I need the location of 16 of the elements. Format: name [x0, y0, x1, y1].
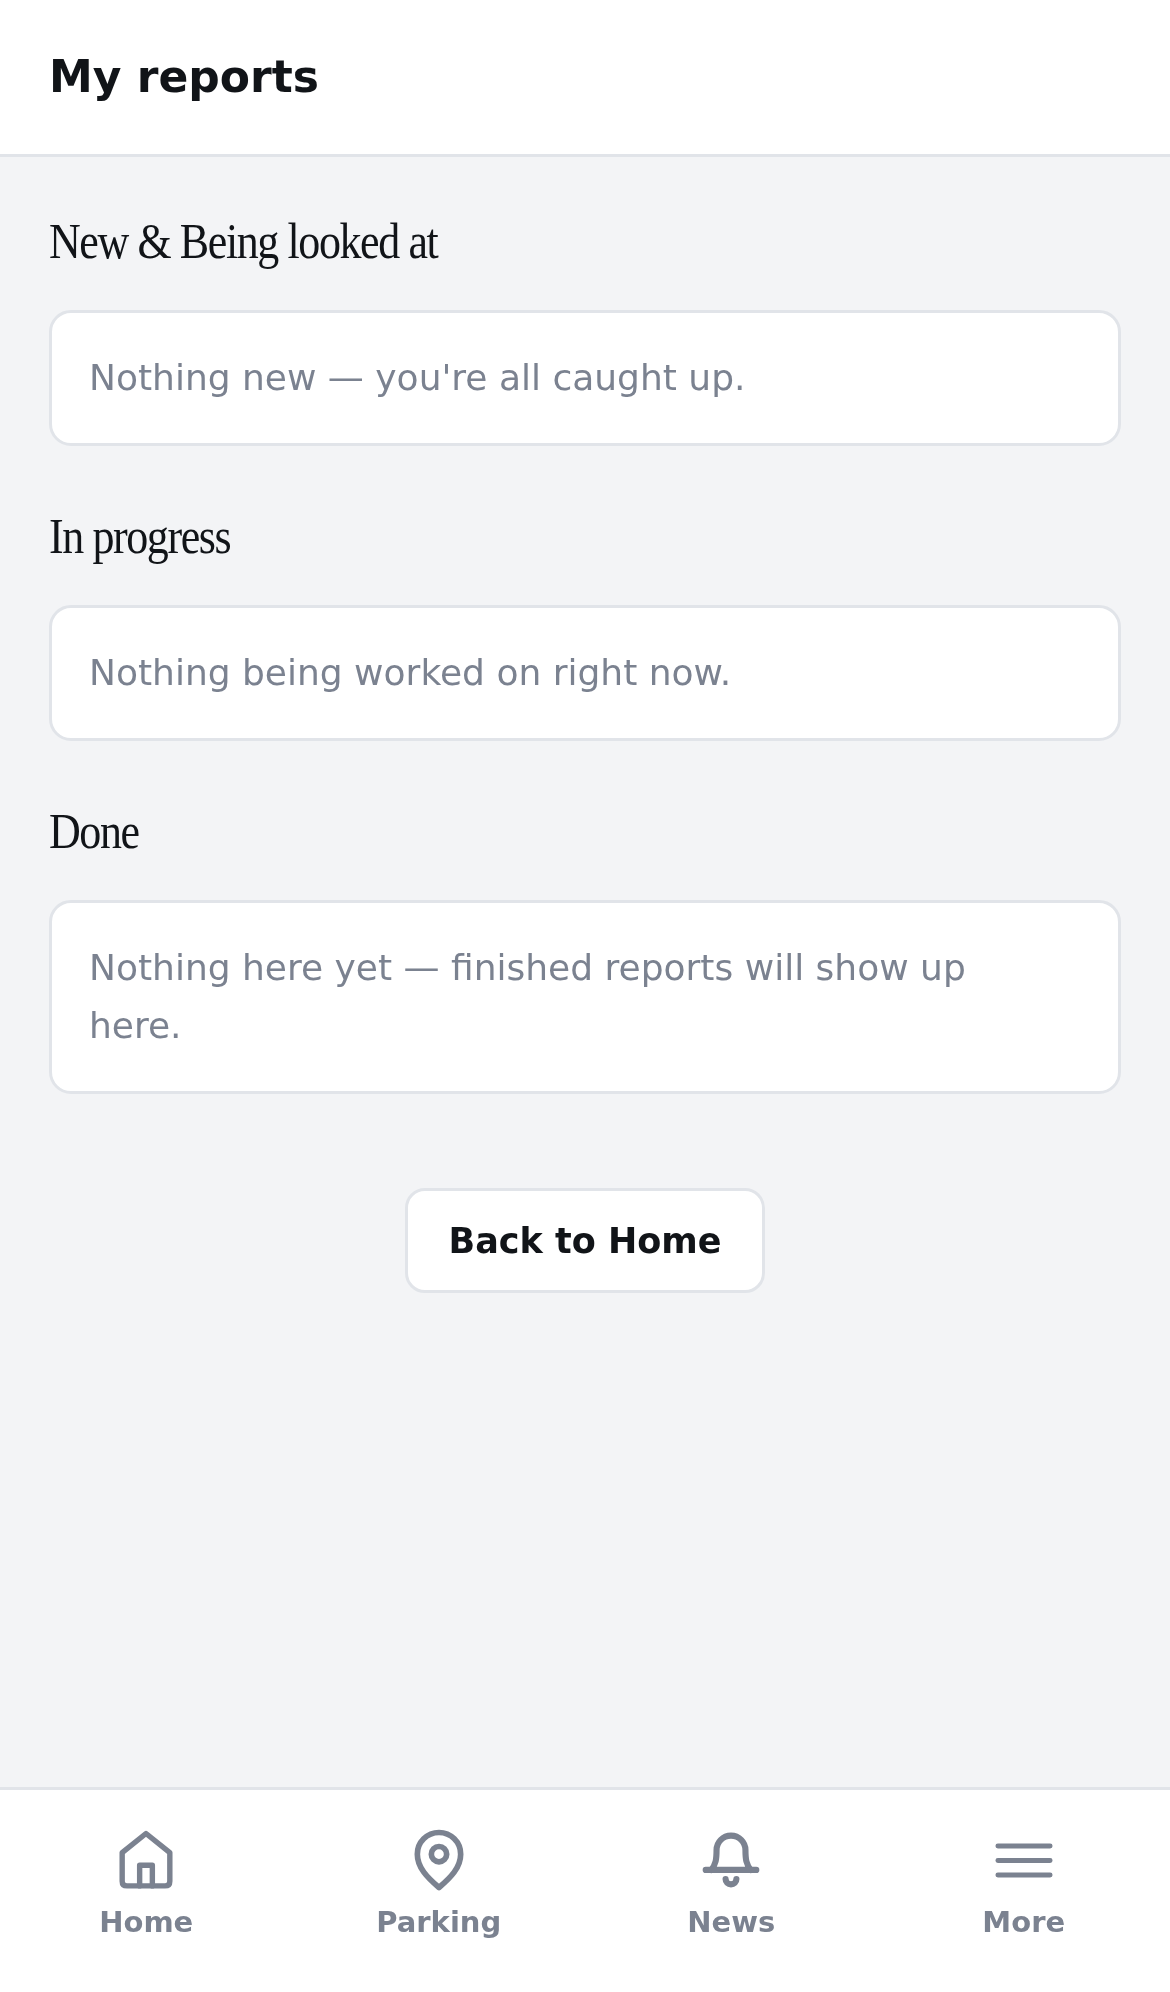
nav-tab[interactable]: More	[982, 1828, 1066, 1940]
location-pin-icon	[413, 1829, 464, 1891]
section-heading: In progress	[49, 507, 231, 566]
page-title: My reports	[49, 50, 319, 104]
nav-tab[interactable]: News	[687, 1828, 776, 1940]
back-to-home-button[interactable]: Back to Home	[405, 1188, 765, 1293]
section-heading: New & Being looked at	[49, 212, 438, 271]
empty-state-message: Nothing new — you're all caught up.	[89, 356, 747, 400]
bell-icon	[702, 1832, 761, 1888]
menu-icon	[994, 1842, 1053, 1878]
home-icon	[119, 1829, 174, 1891]
empty-state-message: Nothing here yet — finished reports will show up here.	[89, 946, 967, 1048]
nav-tab[interactable]: Home	[99, 1828, 194, 1940]
empty-state-message: Nothing being worked on right now.	[89, 651, 733, 695]
section-heading: Done	[49, 802, 139, 861]
nav-tab[interactable]: Parking	[376, 1828, 502, 1940]
